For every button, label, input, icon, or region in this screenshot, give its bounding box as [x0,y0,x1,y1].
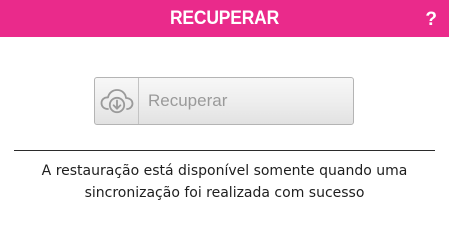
page-title: RECUPERAR [169,8,280,29]
help-button[interactable]: ? [425,0,437,37]
header-bar: RECUPERAR ? [0,0,449,37]
restore-screen: RECUPERAR ? Recuperar A restauração está… [0,0,449,232]
restore-button[interactable]: Recuperar [94,77,354,125]
restore-button-label: Recuperar [148,91,228,110]
divider [14,150,435,151]
info-message: A restauração está disponível somente qu… [0,160,449,204]
info-line-1: A restauração está disponível somente qu… [41,163,408,179]
info-line-2: sincronização foi realizada com sucesso [84,185,365,201]
cloud-download-icon [95,78,139,124]
